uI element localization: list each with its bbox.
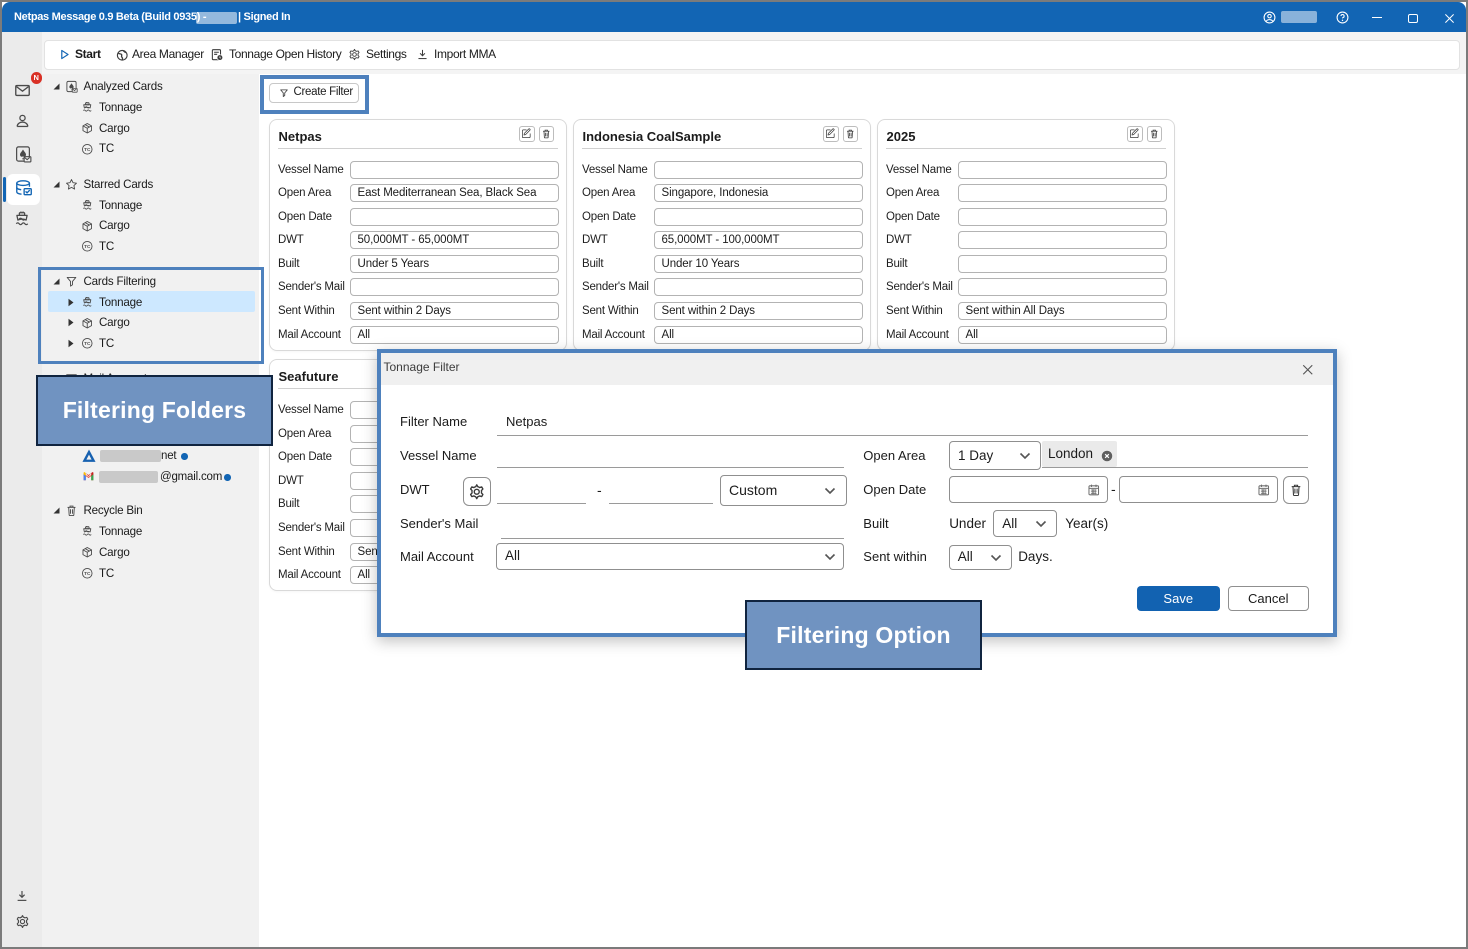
svg-text:TC: TC [84, 571, 91, 576]
svg-text:TC: TC [84, 244, 91, 249]
svg-text:TC: TC [84, 147, 91, 152]
